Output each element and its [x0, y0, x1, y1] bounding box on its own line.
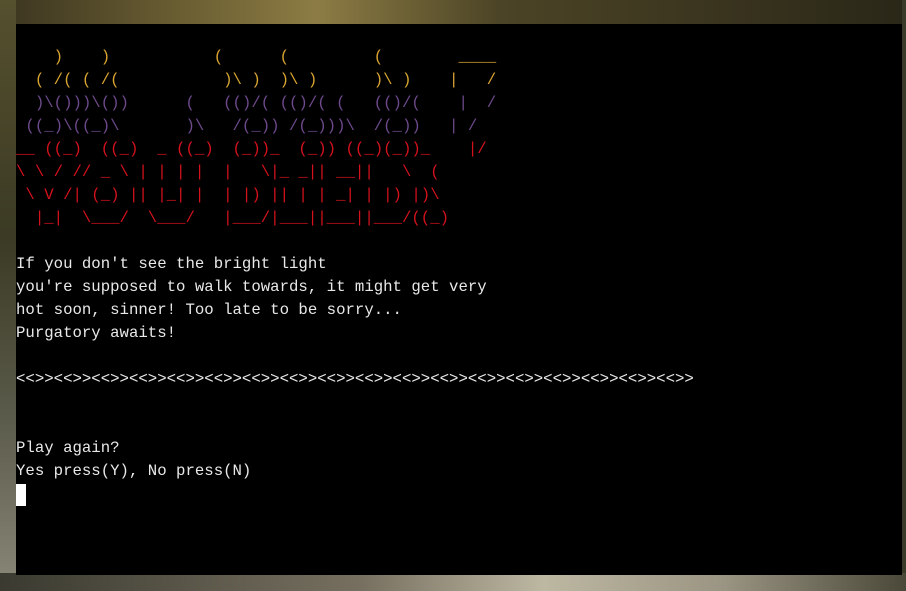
terminal-window[interactable]: ) ) ( ( ( ____ ( /( ( /( )\ ) )\ ) )\ ) … — [16, 24, 902, 575]
message-line: you're supposed to walk towards, it migh… — [16, 278, 487, 296]
message-line: Purgatory awaits! — [16, 324, 177, 342]
ascii-art-line: ((_)\((_)\ )\ /(_)) /(_)))\ /(_)) | / — [16, 117, 478, 135]
divider-line: <<>><<>><<>><<>><<>><<>><<>><<>><<>><<>>… — [16, 370, 694, 388]
text-cursor[interactable] — [16, 484, 26, 506]
input-line[interactable] — [16, 483, 902, 506]
ascii-art-banner: ) ) ( ( ( ____ ( /( ( /( )\ ) )\ ) )\ ) … — [16, 46, 902, 230]
ascii-art-line: ) ) ( ( ( ____ — [16, 48, 497, 66]
background-left — [0, 0, 16, 591]
background-top — [0, 0, 906, 24]
ascii-art-line: __ ((_) ((_) _ ((_) (_))_ (_)) ((_)(_))_… — [16, 140, 487, 158]
ascii-art-line: ( /( ( /( )\ ) )\ ) )\ ) | / — [16, 71, 497, 89]
ascii-art-line: \ \ / // _ \ | | | | | \|_ _|| __|| \ ( — [16, 163, 450, 181]
ascii-art-line: )\()))\()) ( (()/( (()/( ( (()/( | / — [16, 94, 497, 112]
background-bottom — [0, 573, 906, 591]
game-over-message: If you don't see the bright light you're… — [16, 253, 902, 345]
play-again-question: Play again? — [16, 439, 120, 457]
message-line: hot soon, sinner! Too late to be sorry..… — [16, 301, 402, 319]
ascii-art-line: \ V /| (_) || |_| | | |) || | | _| | |) … — [16, 186, 450, 204]
message-line: If you don't see the bright light — [16, 255, 327, 273]
play-again-options: Yes press(Y), No press(N) — [16, 462, 252, 480]
background-right — [902, 0, 906, 591]
ascii-art-line: |_| \___/ \___/ |___/|___||___||___/((_) — [16, 209, 450, 227]
